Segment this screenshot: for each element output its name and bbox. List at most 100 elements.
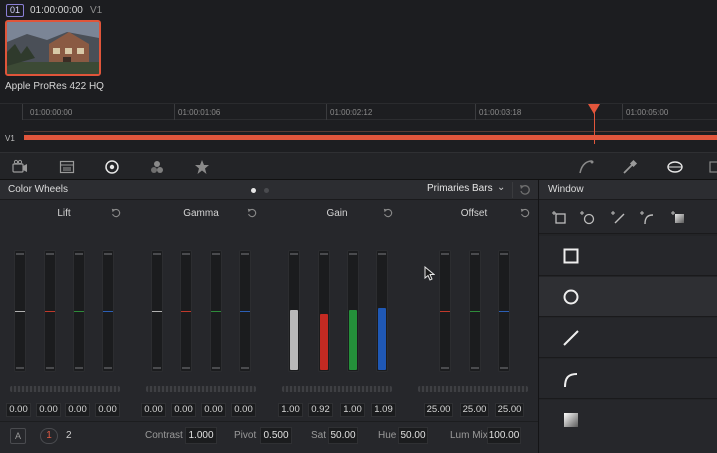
palette-toolbar	[0, 152, 717, 180]
offset-b-bar[interactable]	[498, 250, 510, 372]
gain-b-bar[interactable]	[376, 250, 388, 372]
lum-mix-value[interactable]: 100.00	[487, 427, 521, 444]
mouse-cursor-icon	[424, 265, 436, 281]
lift-master-slider[interactable]	[10, 386, 120, 392]
gamma-r-value[interactable]: 0.00	[171, 403, 196, 417]
clip-thumbnail[interactable]	[5, 20, 101, 76]
lift-reset-icon[interactable]	[110, 207, 122, 219]
hue-value[interactable]: 50.00	[398, 427, 428, 444]
timeline-ruler[interactable]: 01:00:00:00 01:00:01:06 01:00:02:12 01:0…	[22, 104, 717, 120]
curves-icon[interactable]	[578, 159, 594, 175]
lift-b-value[interactable]: 0.00	[95, 403, 120, 417]
color-match-icon[interactable]	[59, 159, 75, 175]
page-indicator[interactable]	[264, 188, 269, 193]
lift-y-bar[interactable]	[14, 250, 26, 372]
motion-effects-icon[interactable]	[194, 159, 210, 175]
tick-label: 01:00:00:00	[30, 108, 73, 117]
lum-mix-label: Lum Mix	[450, 430, 488, 441]
window-panel: Window	[538, 180, 717, 453]
linear-window-icon[interactable]	[561, 328, 581, 348]
auto-balance-button[interactable]: A	[10, 428, 26, 444]
clip-strip: 01 01:00:00:00 V1 Apple ProRes 422 HQ	[0, 0, 717, 104]
add-circle-icon[interactable]	[578, 208, 596, 226]
window-icon[interactable]	[667, 159, 683, 175]
add-linear-icon[interactable]	[609, 208, 627, 226]
clip-codec-label: Apple ProRes 422 HQ	[5, 81, 104, 92]
gain-g-value[interactable]: 1.00	[340, 403, 365, 417]
color-wheels-icon[interactable]	[104, 159, 120, 175]
tick-line	[622, 104, 623, 120]
offset-g-bar[interactable]	[469, 250, 481, 372]
gain-y-bar[interactable]	[288, 250, 300, 372]
rgb-mixer-icon[interactable]	[149, 159, 165, 175]
gradient-window-icon[interactable]	[561, 410, 581, 430]
gamma-g-value[interactable]: 0.00	[201, 403, 226, 417]
tick-line	[22, 104, 23, 120]
add-polygon-icon[interactable]	[638, 208, 656, 226]
tick-line	[326, 104, 327, 120]
clip-number: 01	[6, 4, 24, 17]
page-indicator-active[interactable]	[251, 188, 256, 193]
more-tools-icon[interactable]	[708, 159, 717, 175]
gain-r-bar[interactable]	[318, 250, 330, 372]
window-row-curve[interactable]	[539, 359, 717, 399]
curve-window-icon[interactable]	[561, 369, 581, 389]
color-wheels-header: Color Wheels Primaries Bars ⌄	[0, 180, 538, 200]
camera-raw-icon[interactable]	[12, 159, 28, 175]
gain-reset-icon[interactable]	[382, 207, 394, 219]
reset-all-icon[interactable]	[518, 183, 532, 197]
house-thumbnail-image	[7, 22, 99, 74]
gain-master-slider[interactable]	[282, 386, 392, 392]
window-row-linear[interactable]	[539, 318, 717, 358]
color-wheels-panel: Color Wheels Primaries Bars ⌄ Lift 0.00 …	[0, 180, 538, 453]
gamma-y-bar[interactable]	[151, 250, 163, 372]
offset-g-value[interactable]: 25.00	[460, 403, 489, 417]
contrast-label: Contrast	[145, 430, 183, 441]
page-2-button[interactable]: 2	[66, 430, 72, 441]
offset-reset-icon[interactable]	[519, 207, 531, 219]
playhead[interactable]	[588, 104, 600, 114]
pivot-value[interactable]: 0.500	[260, 427, 292, 444]
gamma-r-bar[interactable]	[180, 250, 192, 372]
mode-select[interactable]: Primaries Bars	[427, 183, 493, 194]
add-gradient-icon[interactable]	[669, 208, 687, 226]
contrast-value[interactable]: 1.000	[185, 427, 217, 444]
window-row-circle[interactable]	[539, 277, 717, 317]
offset-r-value[interactable]: 25.00	[424, 403, 453, 417]
gamma-b-value[interactable]: 0.00	[231, 403, 256, 417]
qualifier-icon[interactable]	[622, 159, 638, 175]
offset-group: Offset 25.00 25.00 25.00 R G B	[402, 200, 538, 453]
clip-track-bar[interactable]	[24, 135, 717, 140]
lift-group: Lift 0.00 0.00 0.00 0.00 Y R G B	[0, 200, 134, 453]
lift-g-bar[interactable]	[73, 250, 85, 372]
circle-window-icon[interactable]	[561, 287, 581, 307]
add-rectangle-icon[interactable]	[550, 208, 568, 226]
gamma-g-bar[interactable]	[210, 250, 222, 372]
square-window-icon[interactable]	[561, 246, 581, 266]
lift-y-value[interactable]: 0.00	[6, 403, 31, 417]
chevron-down-icon[interactable]: ⌄	[497, 182, 505, 193]
offset-master-slider[interactable]	[418, 386, 528, 392]
mini-timeline[interactable]: 01:00:00:00 01:00:01:06 01:00:02:12 01:0…	[0, 104, 717, 152]
offset-r-bar[interactable]	[439, 250, 451, 372]
offset-b-value[interactable]: 25.00	[495, 403, 524, 417]
tick-line	[174, 104, 175, 120]
gamma-y-value[interactable]: 0.00	[141, 403, 166, 417]
hue-label: Hue	[378, 430, 397, 441]
gain-r-value[interactable]: 0.92	[308, 403, 333, 417]
lift-r-value[interactable]: 0.00	[36, 403, 61, 417]
lift-b-bar[interactable]	[102, 250, 114, 372]
gain-b-value[interactable]: 1.09	[371, 403, 396, 417]
gamma-b-bar[interactable]	[239, 250, 251, 372]
window-row-square[interactable]	[539, 236, 717, 276]
page-1-button[interactable]: 1	[40, 428, 58, 444]
lift-g-value[interactable]: 0.00	[65, 403, 90, 417]
window-row-gradient[interactable]	[539, 400, 717, 453]
gain-y-value[interactable]: 1.00	[278, 403, 303, 417]
clip-track: V1	[90, 5, 103, 16]
gamma-master-slider[interactable]	[146, 386, 256, 392]
sat-value[interactable]: 50.00	[328, 427, 358, 444]
gamma-reset-icon[interactable]	[246, 207, 258, 219]
lift-r-bar[interactable]	[44, 250, 56, 372]
gain-g-bar[interactable]	[347, 250, 359, 372]
